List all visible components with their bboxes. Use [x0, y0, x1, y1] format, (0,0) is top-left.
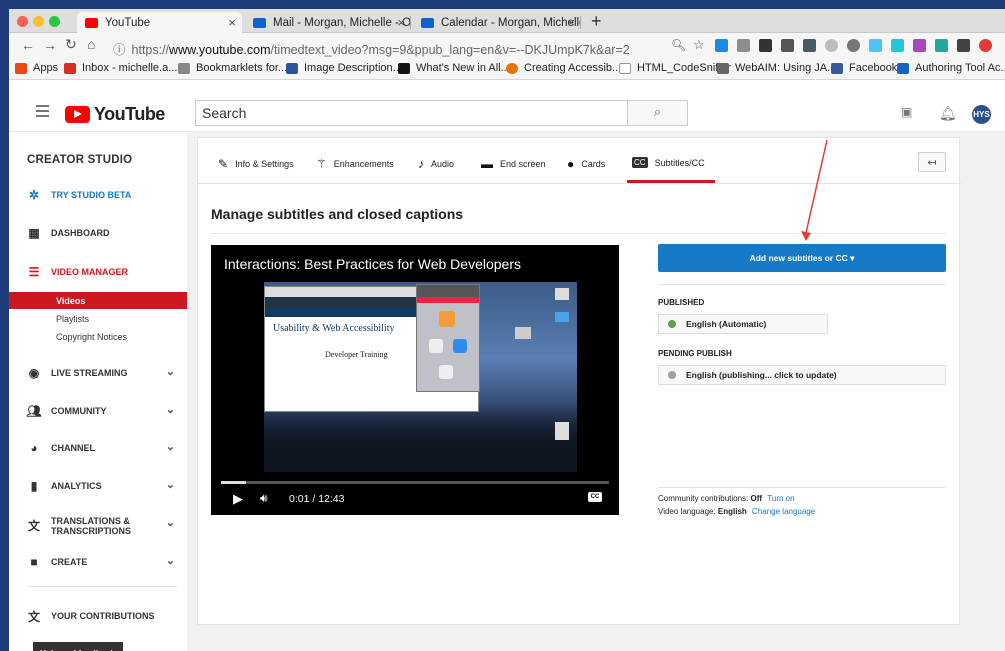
- annotation-arrow: [801, 139, 828, 241]
- browser-window: YouTube × Mail - Morgan, Michelle - Outl…: [9, 9, 1005, 651]
